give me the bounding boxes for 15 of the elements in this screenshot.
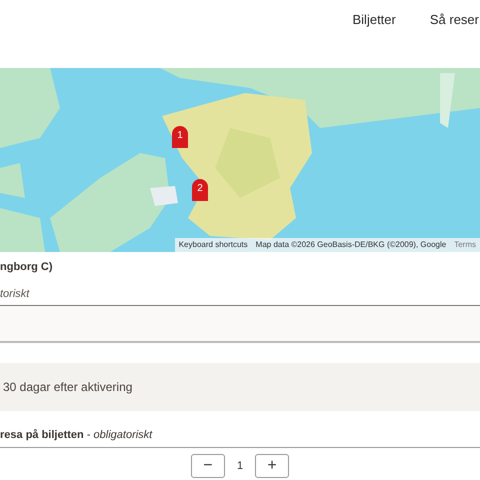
validity-text: 30 dagar efter aktivering (3, 378, 132, 396)
nav-link[interactable]: Biljetter (352, 10, 396, 28)
keyboard-shortcuts-link[interactable]: Keyboard shortcuts (174, 238, 252, 252)
input-field[interactable] (0, 304, 480, 342)
map-attribution: Map data ©2026 GeoBasis-DE/BKG (©2009), Google (254, 239, 448, 251)
nav-link[interactable]: Så reser (430, 10, 479, 28)
station-name: ngborg C) (0, 260, 54, 273)
map-pin[interactable]: 2 (192, 179, 208, 201)
field-label: toriskt (0, 287, 31, 302)
quantity-value: 1 (236, 458, 244, 474)
terms-link[interactable]: Terms (450, 238, 480, 252)
decrement-button[interactable]: − (190, 454, 225, 478)
map-pin[interactable]: 1 (172, 126, 188, 148)
increment-button[interactable]: + (255, 454, 290, 478)
quantity-label: resa på biljetten - obligatoriskt (0, 428, 154, 442)
